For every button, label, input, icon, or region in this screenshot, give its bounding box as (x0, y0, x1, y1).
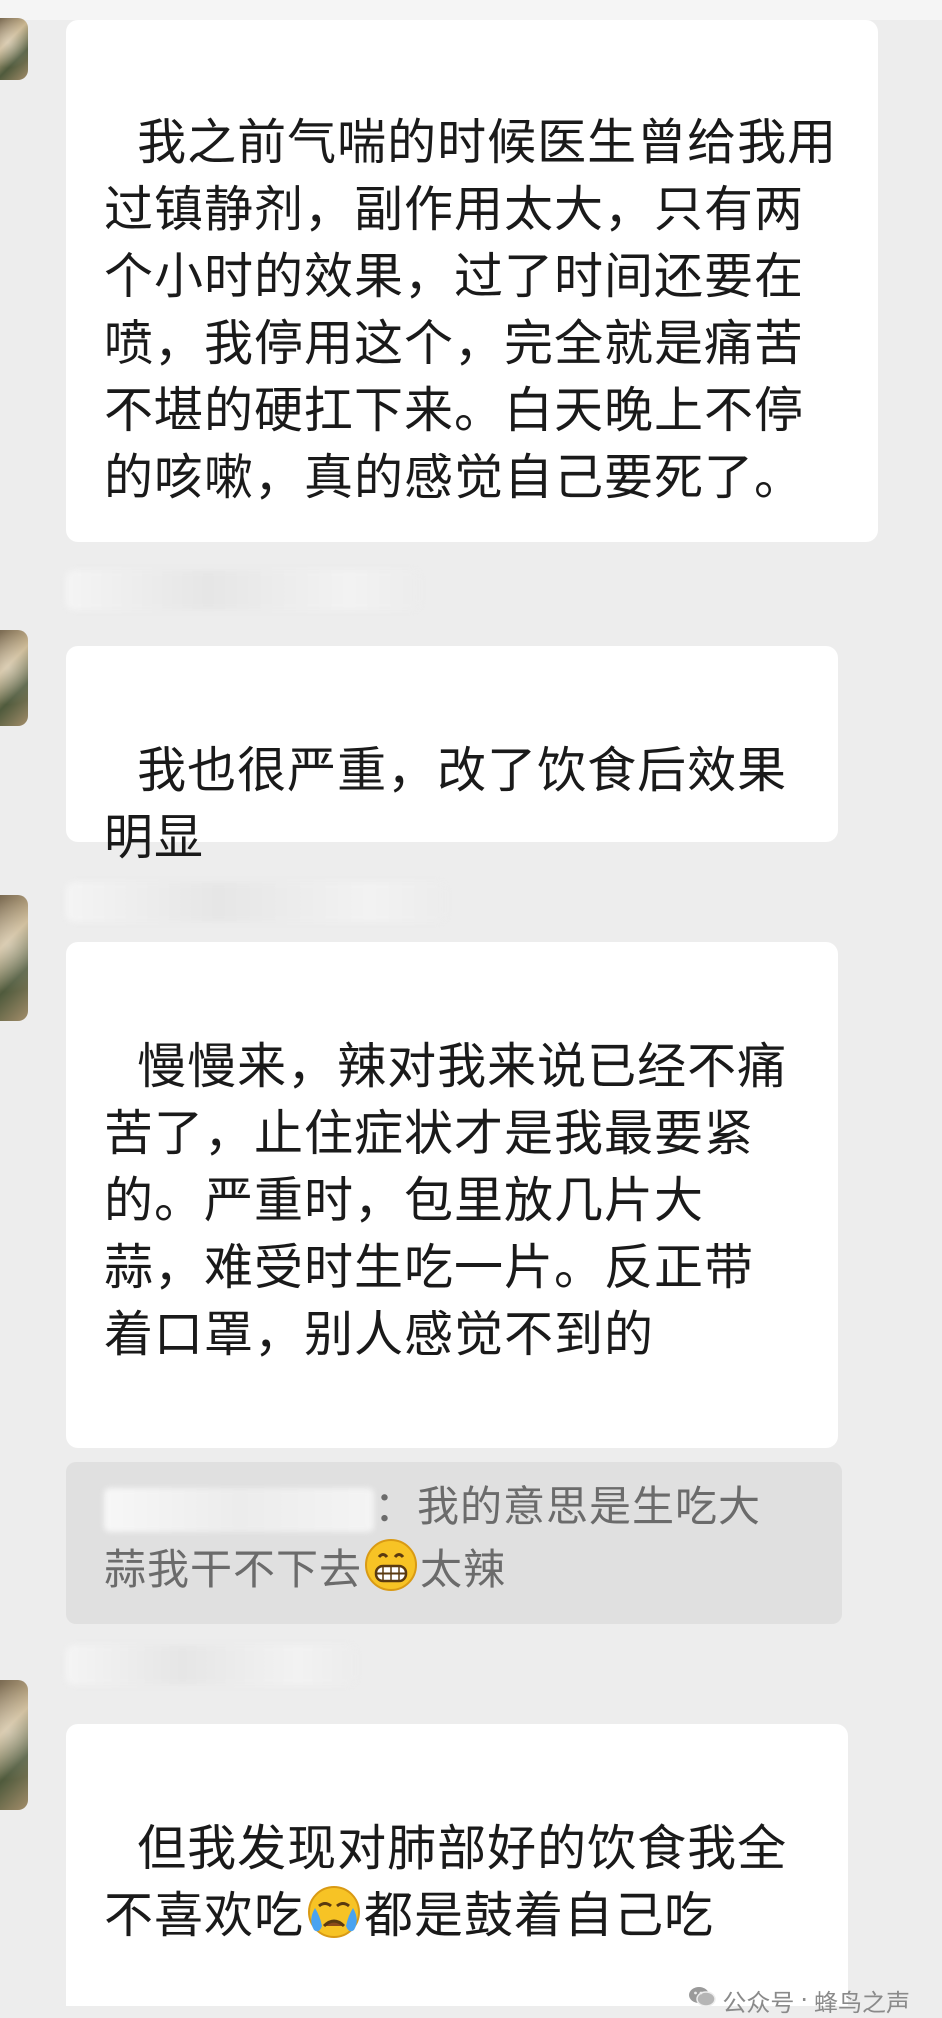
message-bubble[interactable]: 我之前气喘的时候医生曾给我用过镇静剂，副作用太大，只有两个小时的效果，过了时间还… (66, 20, 878, 542)
crying-face-emoji (306, 1884, 362, 1957)
message-bubble[interactable]: 但我发现对肺部好的饮食我全不喜欢吃 都是鼓着自己吃 (66, 1724, 848, 2006)
sender-nickname-blurred (66, 570, 420, 610)
sender-nickname-blurred (66, 882, 446, 922)
watermark-separator: · (800, 1986, 808, 2014)
quote-colon: ： (374, 1482, 418, 1531)
grin-emoji (364, 1538, 418, 1609)
watermark-account: 蜂鸟之声 (814, 1988, 910, 2017)
message-text: 我也很严重，改了饮食后效果明显 (104, 742, 788, 866)
quote-text: 蒜我干不下去 (104, 1545, 363, 1594)
message-text: 我之前气喘的时候医生曾给我用过镇静剂，副作用太大，只有两个小时的效果，过了时间还… (104, 114, 838, 506)
avatar[interactable] (0, 18, 28, 80)
quoted-message[interactable]: ：我的意思是生吃大 蒜我干不下去 太辣 (66, 1462, 842, 1624)
avatar[interactable] (0, 630, 28, 726)
message-text: 都是鼓着自己吃 (364, 1887, 715, 1944)
avatar[interactable] (0, 1680, 28, 1810)
watermark: 公众号 · 蜂鸟之声 (688, 1983, 910, 2017)
top-edge (0, 0, 942, 20)
message-bubble[interactable]: 我也很严重，改了饮食后效果明显 (66, 646, 838, 866)
message-bubble[interactable]: 慢慢来，辣对我来说已经不痛苦了，止住症状才是我最要紧的。严重时，包里放几片大蒜，… (66, 942, 838, 1448)
wechat-icon (688, 1985, 717, 2015)
avatar[interactable] (0, 895, 28, 1021)
message-text: 慢慢来，辣对我来说已经不痛苦了，止住症状才是我最要紧的。严重时，包里放几片大蒜，… (104, 1038, 788, 1363)
quote-text: 太辣 (420, 1545, 507, 1594)
sender-nickname-blurred (66, 1645, 356, 1685)
watermark-label: 公众号 (722, 1988, 795, 2017)
quote-text: 我的意思是生吃大 (417, 1482, 762, 1531)
quoted-sender-blurred (104, 1487, 374, 1532)
